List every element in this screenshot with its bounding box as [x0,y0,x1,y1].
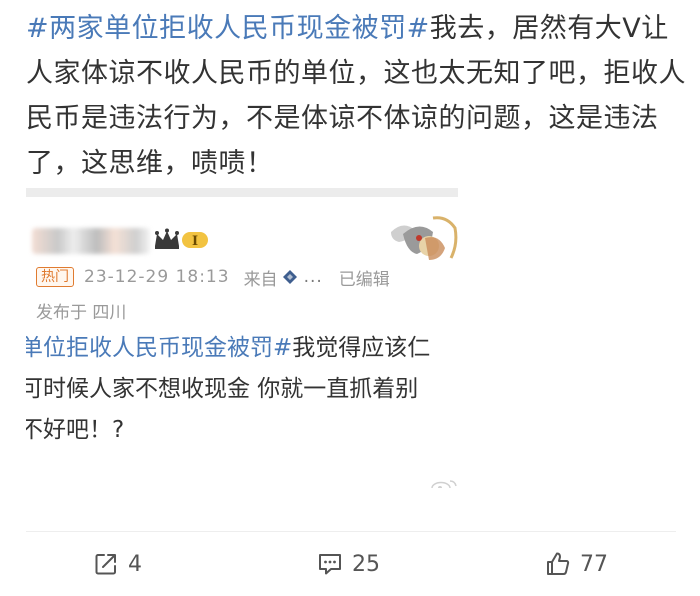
comment-count: 25 [352,551,380,577]
hashtag-link[interactable]: #两家单位拒收人民币现金被罚# [26,13,430,44]
post-location: 发布于 四川 [36,303,127,323]
blurred-username [32,228,150,254]
repost-button[interactable]: 4 [92,544,142,584]
thumbs-up-icon [547,552,570,575]
embed-body-line: 不好吧！? [26,417,125,443]
crown-icon: I [155,228,208,249]
level-badge-text: I [192,234,198,249]
action-bar: 4 25 77 [0,544,700,584]
embed-body-line: 可时候人家不想收现金 你就一直抓着别 [26,376,419,402]
share-box-arrow-icon [95,554,116,575]
from-label: 来自 [243,269,278,290]
embed-top-bar [26,188,458,197]
embed-meta-row: 热门 23-12-29 18:13 来自 ... 已编辑 [36,266,390,290]
divider [26,531,676,532]
embedded-post-screenshot[interactable]: I 热门 23-12-29 18:13 来自 ... 已编辑 发布于 四川 单位… [26,188,458,488]
like-count: 77 [580,551,608,577]
embed-body-line: 单位拒收人民币现金被罚#我觉得应该仁 [26,328,458,369]
like-button[interactable]: 77 [544,544,608,584]
hot-badge: 热门 [36,267,74,287]
repost-count: 4 [128,551,142,577]
diamond-source-icon [282,270,297,284]
post-timestamp: 23-12-29 18:13 [84,267,230,287]
edited-label: 已编辑 [338,269,390,290]
embed-body-text: 单位拒收人民币现金被罚#我觉得应该仁 可时候人家不想收现金 你就一直抓着别 不好… [26,328,458,451]
source-name-truncated: ... [303,267,323,287]
weibo-watermark-icon [431,480,457,488]
avatar-decoration [391,216,458,260]
embed-hashtag-link[interactable]: 单位拒收人民币现金被罚# [26,335,292,361]
comment-button[interactable]: 25 [316,544,380,584]
post-text: #两家单位拒收人民币现金被罚#我去，居然有大V让人家体谅不收人民币的单位，这也太… [26,6,686,186]
comment-bubble-icon [319,554,341,575]
